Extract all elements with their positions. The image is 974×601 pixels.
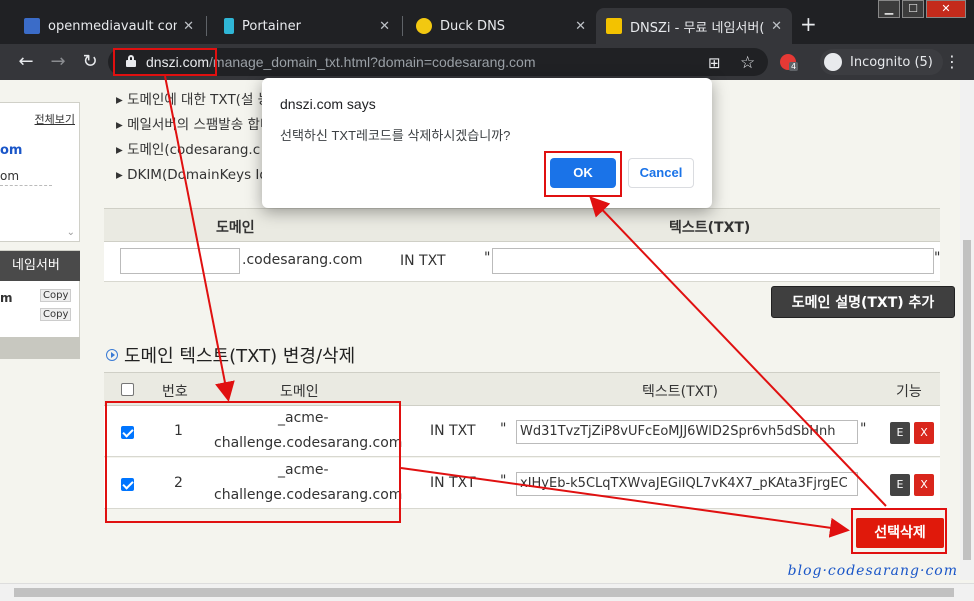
- left-box-links: 전체보기 om om ⌄: [0, 102, 80, 242]
- confirm-dialog: dnszi.com says 선택하신 TXT레코드를 삭제하시겠습니까? OK…: [262, 78, 712, 208]
- column-header-text: 텍스트(TXT): [669, 220, 751, 236]
- view-all-link[interactable]: 전체보기: [35, 111, 75, 127]
- divider: [0, 185, 52, 186]
- tab-duckdns[interactable]: Duck DNS ✕: [406, 8, 596, 44]
- nameserver-header: 네임서버: [0, 251, 80, 281]
- minimize-button[interactable]: ▁: [878, 0, 900, 18]
- incognito-indicator[interactable]: Incognito (5): [820, 49, 943, 75]
- edit-button[interactable]: E: [890, 474, 910, 496]
- section-title-text: 도메인 텍스트(TXT) 변경/삭제: [124, 346, 356, 367]
- tab-separator: [402, 16, 403, 36]
- column-header-domain: 도메인: [216, 220, 255, 236]
- tab-close-icon[interactable]: ✕: [379, 19, 390, 34]
- extension-badge-count: 4: [789, 62, 799, 71]
- tab-close-icon[interactable]: ✕: [575, 19, 586, 34]
- subdomain-input[interactable]: [120, 248, 240, 274]
- left-list-item[interactable]: om: [0, 143, 22, 158]
- dnszi-favicon-icon: [606, 18, 622, 34]
- select-all-checkbox[interactable]: [121, 383, 134, 396]
- duckdns-favicon-icon: [416, 18, 432, 34]
- add-table-header: 도메인 텍스트(TXT): [104, 208, 940, 242]
- new-tab-plus-icon[interactable]: +: [800, 12, 817, 36]
- forward-arrow-icon[interactable]: →: [46, 50, 70, 74]
- bullet-arrow-icon: [106, 349, 118, 361]
- left-sidebar: 전체보기 om om ⌄ 네임서버 m Copy Copy: [0, 80, 80, 601]
- scrollbar-thumb[interactable]: [14, 588, 954, 597]
- left-box-nameserver: 네임서버 m Copy Copy: [0, 250, 80, 359]
- incognito-label: Incognito (5): [850, 54, 933, 70]
- txt-value-input[interactable]: [492, 248, 934, 274]
- tab-close-icon[interactable]: ✕: [771, 19, 782, 34]
- vertical-scrollbar[interactable]: [960, 80, 974, 580]
- dialog-message: 선택하신 TXT레코드를 삭제하시겠습니까?: [280, 128, 511, 143]
- annotation-box-rows: [105, 401, 401, 523]
- watermark-text: blog·codesarang·com: [787, 563, 958, 579]
- tab-separator: [206, 16, 207, 36]
- tab-title: Duck DNS: [440, 18, 506, 34]
- edit-button[interactable]: E: [890, 422, 910, 444]
- tab-title: DNSZi - 무료 네임서버(d: [630, 20, 766, 36]
- tab-title: Portainer: [242, 18, 301, 34]
- quote-open: ": [484, 250, 491, 266]
- back-arrow-icon[interactable]: ←: [14, 50, 38, 74]
- bookmark-star-icon[interactable]: ☆: [740, 53, 755, 73]
- scroll-down-chevron-icon[interactable]: ⌄: [67, 227, 75, 238]
- record-type: IN TXT: [430, 423, 476, 439]
- url-path: /manage_domain_txt.html?domain=codesaran…: [209, 54, 536, 70]
- left-list-item[interactable]: om: [0, 169, 19, 183]
- horizontal-scrollbar[interactable]: [0, 583, 974, 601]
- column-header-text: 텍스트(TXT): [642, 384, 719, 400]
- dialog-title: dnszi.com says: [280, 96, 376, 112]
- translate-icon[interactable]: ⊞: [708, 54, 721, 72]
- txt-value-field[interactable]: xIHyEb-k5CLqTXWvaJEGiIQL7vK4X7_pKAta3Fjr…: [516, 472, 858, 496]
- portainer-favicon-icon: [224, 18, 234, 34]
- column-header-function: 기능: [896, 384, 922, 400]
- extension-icon[interactable]: 4: [780, 54, 799, 71]
- cancel-button[interactable]: Cancel: [628, 158, 694, 188]
- annotation-box-ok: [544, 151, 622, 197]
- close-window-button[interactable]: ✕: [926, 0, 966, 18]
- maximize-button[interactable]: ☐: [902, 0, 924, 18]
- txt-value-field[interactable]: Wd31TvzTjZiP8vUFcEoMJJ6WlD2Spr6vh5dSbHnh: [516, 420, 858, 444]
- section-title: 도메인 텍스트(TXT) 변경/삭제: [106, 342, 355, 368]
- quote-close: ": [934, 250, 941, 266]
- tab-openmediavault[interactable]: openmediavault control ✕: [14, 8, 204, 44]
- kebab-menu-icon[interactable]: ⋮: [944, 52, 960, 71]
- annotation-box-url: [113, 48, 217, 76]
- copy-button[interactable]: Copy: [40, 308, 72, 321]
- tab-strip: openmediavault control ✕ Portainer ✕ Duc…: [0, 0, 974, 44]
- scrollbar-thumb[interactable]: [963, 240, 971, 560]
- tab-title: openmediavault control: [48, 18, 178, 34]
- incognito-icon: [824, 53, 842, 71]
- record-type: IN TXT: [400, 253, 446, 269]
- annotation-box-delete: [851, 508, 947, 554]
- add-txt-button[interactable]: 도메인 설명(TXT) 추가: [771, 286, 955, 318]
- tab-portainer[interactable]: Portainer ✕: [210, 8, 400, 44]
- add-table-row: .codesarang.com IN TXT " ": [104, 242, 940, 282]
- delete-row-button[interactable]: X: [914, 422, 934, 444]
- copy-button[interactable]: Copy: [40, 289, 72, 302]
- quote-close: ": [860, 421, 867, 437]
- tab-dnszi[interactable]: DNSZi - 무료 네임서버(d ✕: [596, 8, 792, 44]
- domain-suffix: .codesarang.com: [242, 252, 363, 268]
- record-type: IN TXT: [430, 475, 476, 491]
- column-header-number: 번호: [162, 384, 188, 400]
- openmediavault-favicon-icon: [24, 18, 40, 34]
- quote-open: ": [500, 473, 507, 489]
- delete-row-button[interactable]: X: [914, 474, 934, 496]
- reload-icon[interactable]: ↻: [78, 50, 102, 74]
- quote-open: ": [500, 421, 507, 437]
- tab-close-icon[interactable]: ✕: [183, 19, 194, 34]
- nameserver-item: m: [0, 291, 13, 305]
- column-header-domain: 도메인: [280, 384, 319, 400]
- left-box-footer: [0, 337, 80, 359]
